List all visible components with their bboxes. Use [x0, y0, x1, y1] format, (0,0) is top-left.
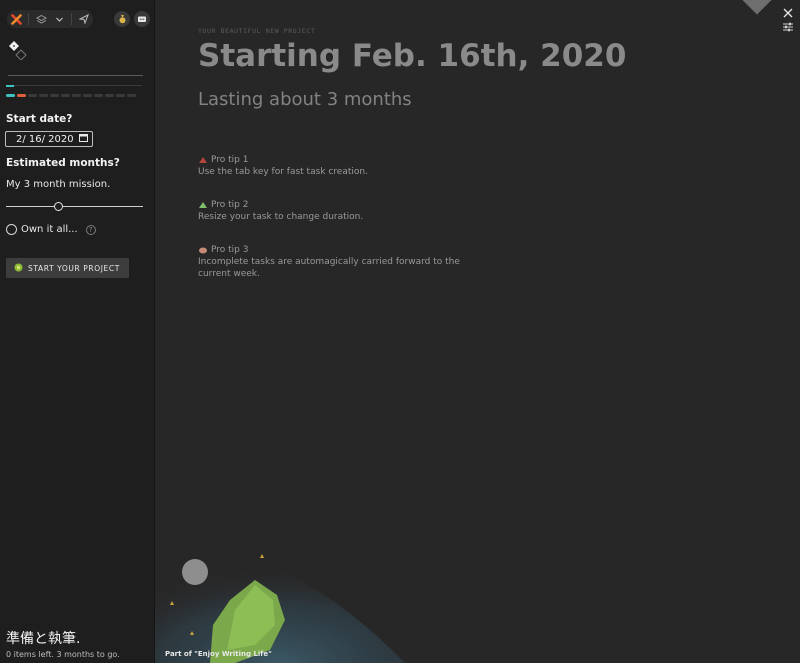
- timeline-segment: [94, 94, 103, 97]
- red-mountain-icon: [198, 156, 208, 164]
- help-glyph: ?: [88, 225, 93, 234]
- page-subtitle: Lasting about 3 months: [198, 89, 412, 110]
- pro-tip-text: Incomplete tasks are automagically carri…: [198, 257, 460, 279]
- toolbar-divider: [71, 13, 72, 25]
- timeline-segment: [39, 94, 48, 97]
- coin-bag-icon[interactable]: [114, 11, 130, 27]
- start-date-label: Start date?: [6, 113, 73, 125]
- footer-kanji: 準備と執筆.: [6, 631, 81, 647]
- start-project-button[interactable]: START YOUR PROJECT: [6, 258, 129, 278]
- green-mountain-icon: [198, 201, 208, 209]
- timeline-segment: [127, 94, 136, 97]
- toolbar-divider: [28, 13, 29, 25]
- own-it-radio[interactable]: [6, 224, 17, 235]
- brown-stone-icon: [198, 246, 208, 254]
- pro-tip-title: Pro tip 3: [211, 245, 249, 255]
- own-it-label: Own it all...: [21, 224, 78, 235]
- start-project-label: START YOUR PROJECT: [28, 263, 120, 273]
- pro-tip-1: Pro tip 1 Use the tab key for fast task …: [198, 154, 498, 178]
- pro-tip-title: Pro tip 1: [211, 155, 249, 165]
- pro-tip-text: Resize your task to change duration.: [198, 212, 364, 222]
- progress-track: [7, 85, 142, 86]
- timeline-segment: [50, 94, 59, 97]
- layers-icon[interactable]: [32, 10, 50, 28]
- chevron-down-icon[interactable]: [50, 10, 68, 28]
- pro-tip-title: Pro tip 2: [211, 200, 249, 210]
- main-panel: YOUR BEAUTIFUL NEW PROJECT Starting Feb.…: [155, 0, 800, 663]
- timeline-segment: [105, 94, 114, 97]
- corner-diamond-icon: [741, 0, 773, 15]
- pro-tip-2: Pro tip 2 Resize your task to change dur…: [198, 199, 498, 223]
- estimated-months-label: Estimated months?: [6, 157, 120, 169]
- planet-illustration: [155, 540, 405, 663]
- help-icon[interactable]: ?: [85, 224, 96, 235]
- months-slider-track[interactable]: [6, 206, 143, 207]
- project-switcher: [7, 10, 93, 28]
- calendar-icon[interactable]: [79, 133, 88, 145]
- mission-text: My 3 month mission.: [6, 179, 111, 190]
- part-of-label: Part of "Enjoy Writing Life": [165, 650, 272, 658]
- pro-tip-header: Pro tip 2: [198, 199, 498, 211]
- sidebar: Start date? 2/ 16/ 2020 Estimated months…: [0, 0, 155, 663]
- months-slider-thumb[interactable]: [53, 202, 63, 211]
- pro-tip-header: Pro tip 3: [198, 244, 473, 256]
- month-timeline: [6, 94, 136, 97]
- timeline-segment: [61, 94, 70, 97]
- pro-tip-header: Pro tip 1: [198, 154, 498, 166]
- timeline-segment: [28, 94, 37, 97]
- timeline-segment: [72, 94, 81, 97]
- timeline-segment: [6, 94, 15, 97]
- pro-tip-3: Pro tip 3 Incomplete tasks are automagic…: [198, 244, 473, 280]
- timeline-segment: [83, 94, 92, 97]
- sprout-icon: [14, 263, 23, 274]
- progress-indicator: [6, 85, 14, 87]
- close-icon[interactable]: [782, 4, 794, 18]
- timeline-segment: [116, 94, 125, 97]
- own-it-option[interactable]: Own it all... ?: [6, 224, 96, 235]
- send-icon[interactable]: [75, 10, 93, 28]
- settings-sliders-icon[interactable]: [782, 18, 794, 32]
- start-date-value: 2/ 16/ 2020: [16, 133, 74, 145]
- footer-status: 0 items left. 3 months to go.: [6, 650, 120, 659]
- chat-icon[interactable]: [134, 11, 150, 27]
- account-actions: [114, 11, 150, 27]
- timeline-segment: [17, 94, 26, 97]
- pro-tip-text: Use the tab key for fast task creation.: [198, 167, 368, 177]
- dice-diamond-icon: [8, 40, 30, 64]
- project-title-input[interactable]: [8, 62, 143, 76]
- page-title: Starting Feb. 16th, 2020: [198, 38, 627, 74]
- x-logo-icon[interactable]: [7, 10, 25, 28]
- start-date-input[interactable]: 2/ 16/ 2020: [5, 131, 93, 147]
- page-kicker: YOUR BEAUTIFUL NEW PROJECT: [198, 27, 316, 35]
- app-window: Start date? 2/ 16/ 2020 Estimated months…: [0, 0, 800, 663]
